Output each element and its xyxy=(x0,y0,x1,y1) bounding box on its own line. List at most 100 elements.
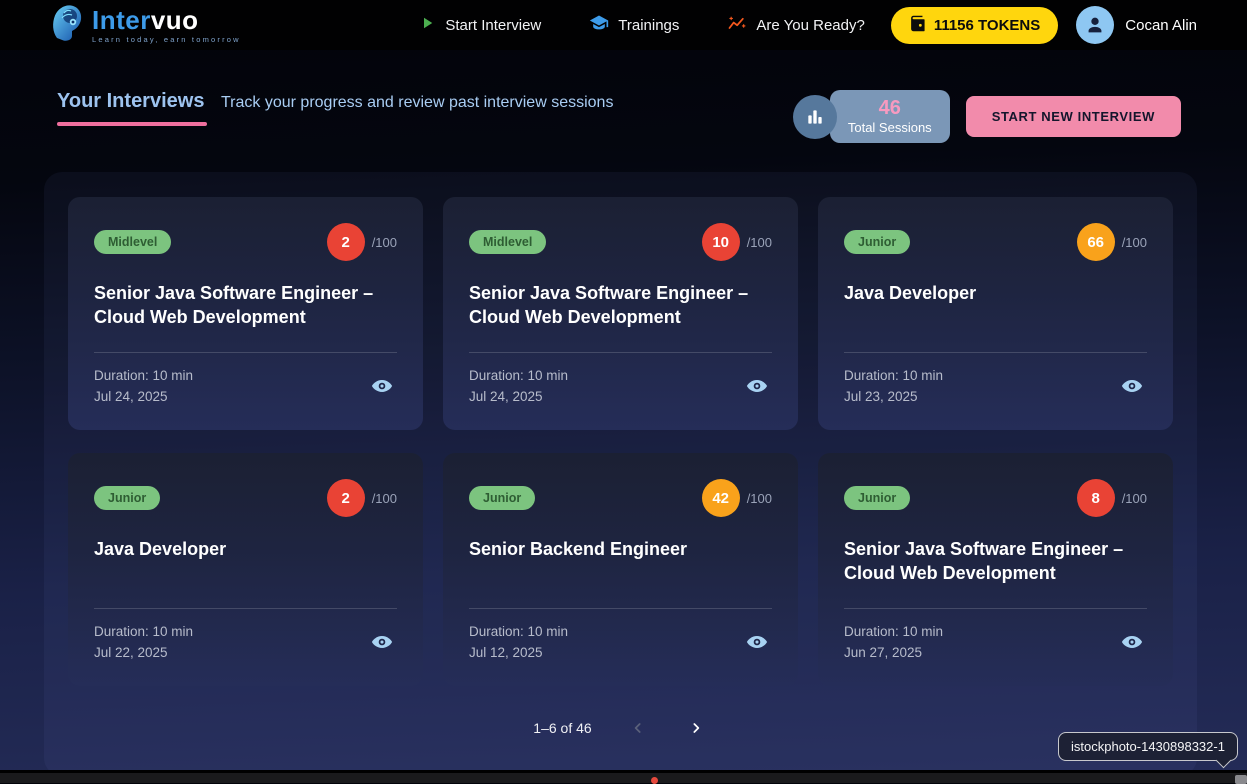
duration-text: Duration: 10 min xyxy=(469,622,568,643)
duration-text: Duration: 10 min xyxy=(844,622,943,643)
next-page-button[interactable] xyxy=(684,716,708,740)
score-group: 66 /100 xyxy=(1077,223,1147,261)
brand-tagline: Learn today, earn tomorrow xyxy=(92,36,241,44)
total-sessions-label: Total Sessions xyxy=(848,120,932,135)
graduation-cap-icon xyxy=(589,13,609,37)
prev-page-button[interactable] xyxy=(626,716,650,740)
eye-icon xyxy=(1121,375,1143,400)
duration-text: Duration: 10 min xyxy=(94,622,193,643)
nav-label: Are You Ready? xyxy=(756,17,864,34)
score-group: 10 /100 xyxy=(702,223,772,261)
tokens-label: 11156 TOKENS xyxy=(934,17,1040,34)
interview-card: Junior 2 /100 Java Developer Duration: 1… xyxy=(68,453,423,686)
tokens-button[interactable]: 11156 TOKENS xyxy=(891,7,1058,44)
card-divider xyxy=(844,352,1147,353)
card-divider xyxy=(844,608,1147,609)
score-max-label: /100 xyxy=(372,491,397,506)
interviews-panel: Midlevel 2 /100 Senior Java Software Eng… xyxy=(44,172,1197,776)
date-text: Jul 22, 2025 xyxy=(94,643,193,664)
view-interview-button[interactable] xyxy=(742,627,772,660)
level-badge: Midlevel xyxy=(94,230,171,254)
total-sessions-badge: 46 Total Sessions xyxy=(830,90,950,143)
level-badge: Junior xyxy=(469,486,535,510)
duration-text: Duration: 10 min xyxy=(844,366,943,387)
interview-title: Senior Java Software Engineer – Cloud We… xyxy=(844,537,1147,586)
view-interview-button[interactable] xyxy=(1117,627,1147,660)
eye-icon xyxy=(371,631,393,656)
interview-card: Junior 42 /100 Senior Backend Engineer D… xyxy=(443,453,798,686)
eye-icon xyxy=(1121,631,1143,656)
pagination: 1–6 of 46 xyxy=(68,716,1173,740)
level-badge: Junior xyxy=(844,486,910,510)
score-group: 42 /100 xyxy=(702,479,772,517)
card-divider xyxy=(94,352,397,353)
download-filename-tooltip: istockphoto-1430898332-1 xyxy=(1058,732,1238,761)
score-circle: 66 xyxy=(1077,223,1115,261)
card-divider xyxy=(94,608,397,609)
cards-grid: Midlevel 2 /100 Senior Java Software Eng… xyxy=(68,197,1173,686)
user-avatar xyxy=(1076,6,1114,44)
page-title: Your Interviews xyxy=(57,90,204,113)
start-new-interview-button[interactable]: START NEW INTERVIEW xyxy=(966,96,1181,137)
interview-title: Java Developer xyxy=(844,281,1147,305)
date-text: Jul 24, 2025 xyxy=(94,387,193,408)
score-circle: 42 xyxy=(702,479,740,517)
logo[interactable]: Intervuo Learn today, earn tomorrow xyxy=(50,2,241,49)
score-circle: 2 xyxy=(327,479,365,517)
eye-icon xyxy=(371,375,393,400)
view-interview-button[interactable] xyxy=(1117,371,1147,404)
page-header: Your Interviews Track your progress and … xyxy=(0,50,1247,143)
wallet-icon xyxy=(909,15,926,36)
score-max-label: /100 xyxy=(747,491,772,506)
robot-logo-icon xyxy=(50,2,84,49)
card-divider xyxy=(469,352,772,353)
score-group: 2 /100 xyxy=(327,223,397,261)
interview-title: Senior Java Software Engineer – Cloud We… xyxy=(94,281,397,330)
score-max-label: /100 xyxy=(1122,491,1147,506)
eye-icon xyxy=(746,375,768,400)
play-icon xyxy=(418,14,436,36)
view-interview-button[interactable] xyxy=(367,627,397,660)
interview-card: Junior 66 /100 Java Developer Duration: … xyxy=(818,197,1173,430)
level-badge: Junior xyxy=(94,486,160,510)
title-underline xyxy=(57,122,207,126)
nav-menu: Start Interview Trainings Are You Ready? xyxy=(418,13,864,37)
interview-card: Midlevel 2 /100 Senior Java Software Eng… xyxy=(68,197,423,430)
interview-title: Java Developer xyxy=(94,537,397,561)
date-text: Jun 27, 2025 xyxy=(844,643,943,664)
score-circle: 8 xyxy=(1077,479,1115,517)
top-navbar: Intervuo Learn today, earn tomorrow Star… xyxy=(0,0,1247,50)
interview-title: Senior Java Software Engineer – Cloud We… xyxy=(469,281,772,330)
bottom-taskbar-strip xyxy=(0,770,1247,783)
score-circle: 10 xyxy=(702,223,740,261)
card-divider xyxy=(469,608,772,609)
view-interview-button[interactable] xyxy=(742,371,772,404)
level-badge: Junior xyxy=(844,230,910,254)
duration-text: Duration: 10 min xyxy=(469,366,568,387)
nav-label: Start Interview xyxy=(445,17,541,34)
score-max-label: /100 xyxy=(372,235,397,250)
date-text: Jul 24, 2025 xyxy=(469,387,568,408)
score-max-label: /100 xyxy=(1122,235,1147,250)
score-max-label: /100 xyxy=(747,235,772,250)
score-group: 2 /100 xyxy=(327,479,397,517)
nav-item-trainings[interactable]: Trainings xyxy=(589,13,679,37)
score-group: 8 /100 xyxy=(1077,479,1147,517)
level-badge: Midlevel xyxy=(469,230,546,254)
eye-icon xyxy=(746,631,768,656)
nav-item-start-interview[interactable]: Start Interview xyxy=(418,14,541,36)
date-text: Jul 12, 2025 xyxy=(469,643,568,664)
user-menu[interactable]: Cocan Alin xyxy=(1076,6,1197,44)
score-circle: 2 xyxy=(327,223,365,261)
view-interview-button[interactable] xyxy=(367,371,397,404)
page-range-label: 1–6 of 46 xyxy=(533,720,591,736)
duration-text: Duration: 10 min xyxy=(94,366,193,387)
interview-card: Midlevel 10 /100 Senior Java Software En… xyxy=(443,197,798,430)
nav-item-are-you-ready[interactable]: Are You Ready? xyxy=(727,13,864,37)
trending-chart-icon xyxy=(727,13,747,37)
page-subtitle: Track your progress and review past inte… xyxy=(221,94,613,112)
bar-chart-icon xyxy=(793,95,837,139)
user-name: Cocan Alin xyxy=(1125,17,1197,34)
brand-wordmark: Intervuo xyxy=(92,7,241,33)
total-sessions-value: 46 xyxy=(848,97,932,120)
